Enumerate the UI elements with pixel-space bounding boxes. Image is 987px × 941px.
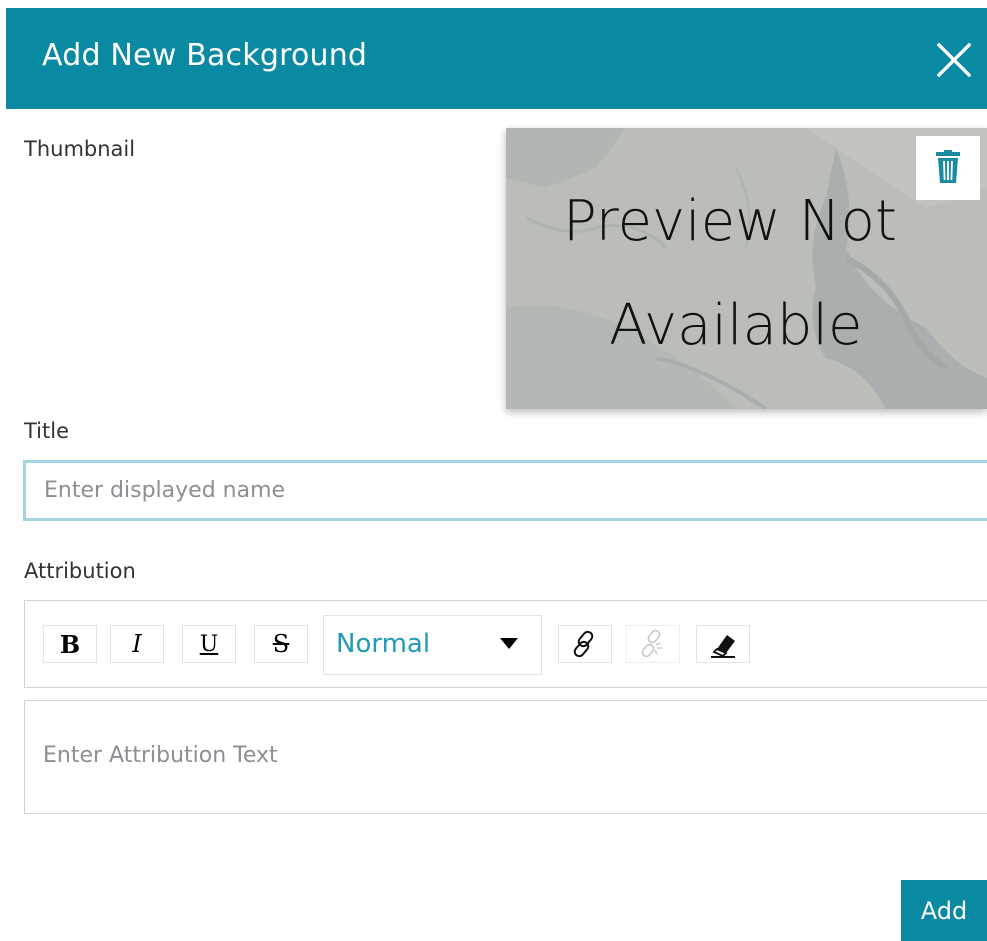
add-background-dialog: Add New Background Thumbnail Preview Not…	[0, 0, 987, 941]
strikethrough-button[interactable]: S	[254, 625, 308, 663]
text-format-select[interactable]: Normal	[323, 615, 542, 675]
underline-button[interactable]: U	[182, 625, 236, 663]
link-icon	[573, 630, 594, 658]
caret-down-icon	[500, 638, 518, 649]
eraser-icon	[711, 635, 735, 658]
italic-icon: I	[132, 630, 142, 658]
attribution-placeholder: Enter Attribution Text	[43, 743, 278, 768]
dialog-header: Add New Background	[6, 8, 987, 109]
map-background-image	[506, 128, 987, 409]
insert-link-button[interactable]	[558, 625, 612, 663]
preview-unavailable-line2: Available	[609, 293, 863, 358]
add-button[interactable]: Add	[901, 880, 987, 941]
unlink-icon	[641, 629, 662, 658]
bold-icon: B	[59, 629, 81, 659]
dialog-title: Add New Background	[42, 38, 368, 73]
thumbnail-preview: Preview Not Available	[506, 128, 987, 409]
title-label: Title	[24, 419, 70, 443]
thumbnail-label: Thumbnail	[24, 137, 136, 161]
strikethrough-icon: S	[272, 630, 290, 658]
trash-icon	[936, 150, 960, 183]
text-format-selected: Normal	[336, 629, 431, 659]
title-input[interactable]	[23, 460, 987, 521]
remove-link-button[interactable]	[626, 625, 680, 663]
clear-formatting-button[interactable]	[696, 625, 750, 663]
delete-thumbnail-button[interactable]	[916, 136, 980, 200]
attribution-label: Attribution	[24, 559, 136, 583]
close-icon	[936, 42, 972, 78]
underline-icon: U	[199, 631, 219, 657]
attribution-toolbar: B I U S Normal	[24, 600, 987, 688]
attribution-text-editor[interactable]: Enter Attribution Text	[24, 700, 987, 814]
italic-button[interactable]: I	[110, 625, 164, 663]
close-button[interactable]	[934, 40, 974, 80]
preview-unavailable-line1: Preview Not	[563, 189, 897, 254]
bold-button[interactable]: B	[43, 625, 97, 663]
